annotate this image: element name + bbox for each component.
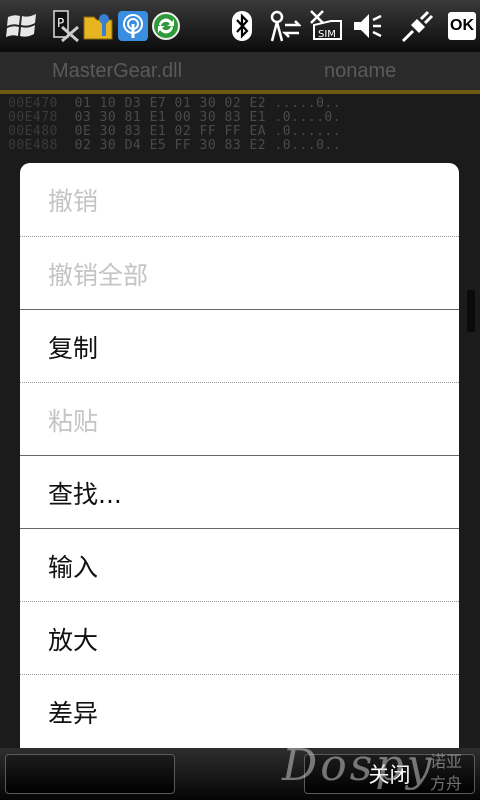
hex-row-address: 00E478 — [8, 110, 58, 125]
hex-row[interactable]: 00E488 02 30 D4 E5 FF 30 83 E2 .0...0.. — [8, 138, 341, 153]
hex-row-ascii: .0....0. — [274, 110, 342, 125]
volume-muted-icon[interactable] — [350, 8, 384, 44]
hex-row-bytes: 0E 30 83 E1 02 FF FF EA — [74, 124, 267, 139]
hex-row[interactable]: 00E480 0E 30 83 E1 02 FF FF EA .0...... — [8, 124, 341, 139]
wireless-broadcast-icon[interactable] — [116, 8, 150, 44]
hex-row-ascii: .0...... — [274, 124, 342, 139]
hex-row-ascii: .0...0.. — [274, 138, 342, 153]
menu-item-label: 差异 — [48, 698, 99, 728]
hex-row[interactable]: 00E470 01 10 D3 E7 01 30 02 E2 .....0.. — [8, 96, 341, 111]
bluetooth-icon[interactable] — [228, 8, 256, 44]
status-bar: P SIM OK — [0, 0, 480, 52]
hex-row-address: 00E488 — [8, 138, 58, 153]
menu-item-zoom-in[interactable]: 放大 — [20, 602, 459, 675]
menu-item-find[interactable]: 查找... — [20, 456, 459, 529]
menu-item-input[interactable]: 输入 — [20, 529, 459, 602]
watermark-line-2: 方舟 — [430, 774, 463, 793]
power-plug-icon[interactable] — [400, 8, 436, 44]
scrollbar-thumb[interactable] — [467, 290, 475, 332]
hex-row-address: 00E480 — [8, 124, 58, 139]
menu-item-diff[interactable]: 差异 — [20, 675, 459, 748]
windows-flag-icon[interactable] — [4, 8, 40, 44]
data-connection-icon[interactable] — [266, 8, 302, 44]
menu-item-label: 输入 — [48, 552, 99, 582]
menu-item-label: 放大 — [48, 625, 99, 655]
menu-item-undo[interactable]: 撤销 — [20, 163, 459, 236]
app-notification-icon[interactable]: P — [52, 8, 82, 44]
context-menu: 撤销 撤销全部 复制 粘贴 查找... 输入 放大 差异 — [20, 163, 459, 748]
sim-label: SIM — [318, 29, 336, 40]
hex-row-bytes: 01 10 D3 E7 01 30 02 E2 — [74, 96, 267, 111]
menu-item-undo-all[interactable]: 撤销全部 — [20, 237, 459, 310]
sim-missing-icon[interactable]: SIM — [308, 8, 344, 44]
menu-item-copy[interactable]: 复制 — [20, 310, 459, 383]
tab-noname[interactable]: noname — [324, 60, 396, 83]
menu-item-label: 复制 — [48, 333, 99, 363]
tab-indicator — [0, 90, 480, 94]
left-softkey[interactable] — [5, 754, 175, 794]
folder-key-icon[interactable] — [82, 8, 116, 44]
tab-mastergear[interactable]: MasterGear.dll — [52, 60, 182, 83]
editor-tab-bar: MasterGear.dll noname — [0, 52, 480, 94]
hex-row-bytes: 02 30 D4 E5 FF 30 83 E2 — [74, 138, 267, 153]
menu-item-label: 撤销 — [48, 186, 99, 216]
ok-button[interactable]: OK — [446, 8, 478, 44]
hex-row[interactable]: 00E478 03 30 81 E1 00 30 83 E1 .0....0. — [8, 110, 341, 125]
sync-icon[interactable] — [150, 8, 182, 44]
hex-row-ascii: .....0.. — [274, 96, 342, 111]
ok-label: OK — [448, 12, 476, 40]
watermark-line-1: 诺亚 — [430, 752, 463, 771]
menu-item-label: 粘贴 — [48, 406, 99, 436]
menu-item-paste[interactable]: 粘贴 — [20, 383, 459, 456]
menu-item-label: 查找... — [48, 479, 122, 509]
hex-row-address: 00E470 — [8, 96, 58, 111]
dospy-watermark: Dospy — [282, 740, 435, 791]
menu-item-label: 撤销全部 — [48, 260, 149, 290]
hex-row-bytes: 03 30 81 E1 00 30 83 E1 — [74, 110, 267, 125]
